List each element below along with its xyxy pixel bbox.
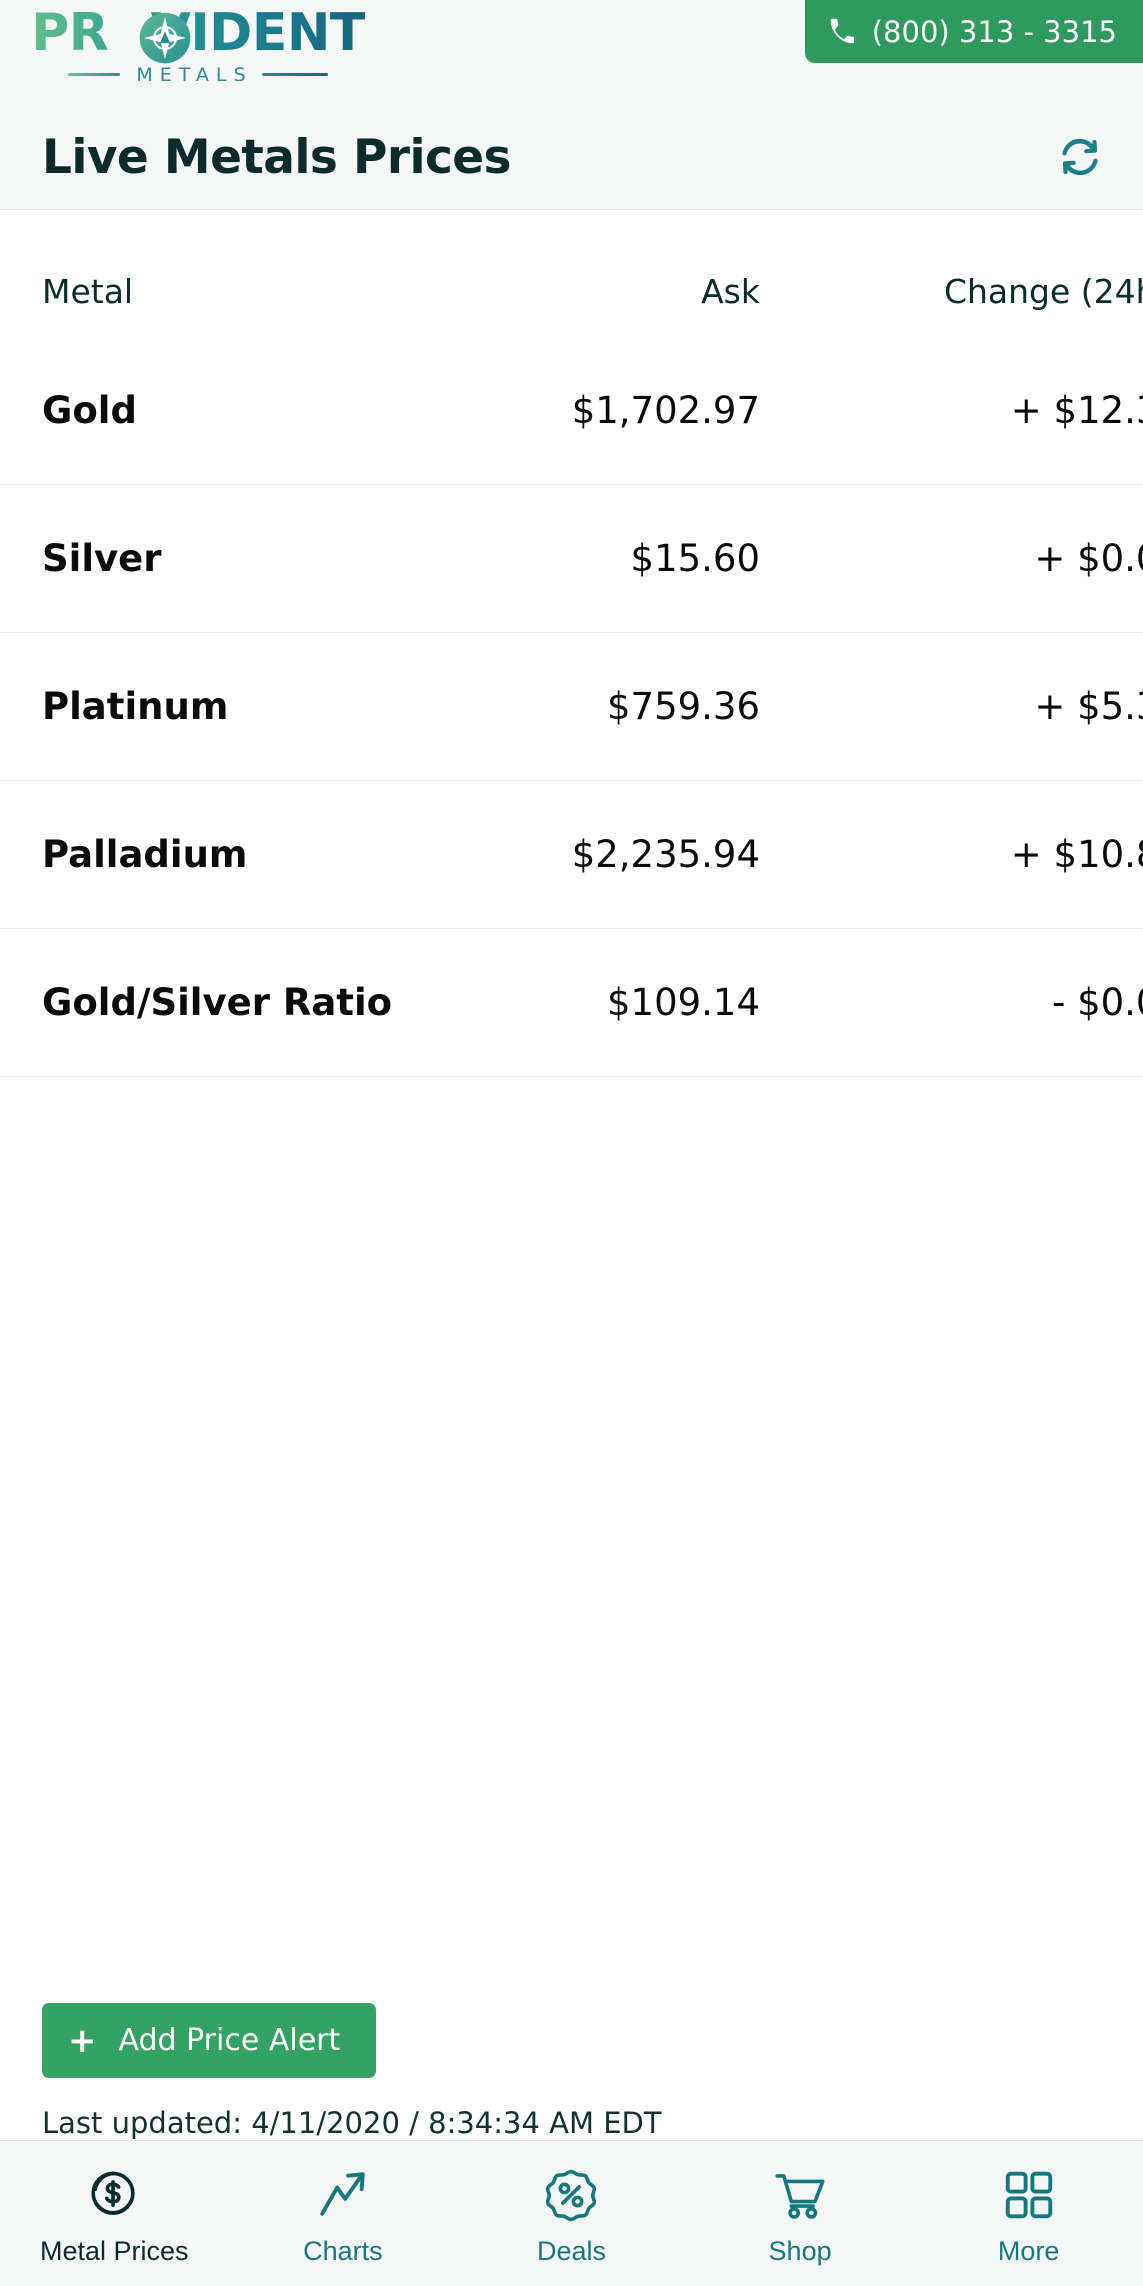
brand-wordmark: PROVIDENT [31, 7, 365, 63]
add-price-alert-label: Add Price Alert [118, 2023, 341, 2058]
nav-item-metal-prices[interactable]: Metal Prices [0, 2141, 229, 2286]
cell-ask: $2,235.94 [430, 780, 760, 929]
percent-badge-icon [542, 2164, 600, 2226]
shopping-cart-icon [771, 2164, 829, 2226]
cell-change: + $10.81 [760, 780, 1143, 929]
brand-subtitle-row: METALS [38, 64, 358, 86]
table-row[interactable]: Palladium$2,235.94+ $10.81 [0, 780, 1143, 929]
cell-ask: $15.60 [430, 484, 760, 633]
brand-rule-left [68, 73, 121, 76]
nav-label-deals: Deals [536, 2236, 606, 2266]
phone-button[interactable]: (800) 313 - 3315 [804, 0, 1143, 63]
grid-squares-icon [1000, 2164, 1058, 2226]
nav-label-charts: Charts [303, 2236, 383, 2266]
column-header-metal: Metal [42, 272, 134, 311]
last-updated-text: Last updated: 4/11/2020 / 8:34:34 AM EDT [42, 2106, 662, 2140]
add-price-alert-button[interactable]: + Add Price Alert [42, 2003, 377, 2078]
cell-metal: Gold [0, 337, 430, 485]
page-title: Live Metals Prices [42, 129, 511, 185]
coin-dollar-icon [85, 2164, 143, 2226]
phone-icon [830, 18, 854, 43]
table-body: Gold$1,702.97+ $12.37Silver$15.60+ $0.08… [0, 337, 1143, 1077]
table-row[interactable]: Gold$1,702.97+ $12.37 [0, 337, 1143, 485]
table-head: Metal Ask Change (24hr) [0, 210, 1143, 337]
cell-change: - $0.02 [760, 928, 1143, 1077]
refresh-icon [1062, 138, 1098, 176]
app-root: PROVIDENT METALS [0, 0, 1143, 2286]
table-row[interactable]: Platinum$759.36+ $5.32 [0, 632, 1143, 781]
nav-item-shop[interactable]: Shop [686, 2141, 915, 2286]
prices-table-container[interactable]: Metal Ask Change (24hr) Gold$1,702.97+ $… [0, 210, 1143, 1947]
cell-change: + $0.08 [760, 484, 1143, 633]
cell-metal: Palladium [0, 780, 430, 929]
plus-icon: + [68, 2020, 97, 2061]
cell-change: + $12.37 [760, 337, 1143, 485]
nav-item-more[interactable]: More [914, 2141, 1143, 2286]
nav-label-metal-prices: Metal Prices [40, 2236, 189, 2266]
prices-table: Metal Ask Change (24hr) Gold$1,702.97+ $… [0, 210, 1143, 1077]
brand-logo[interactable]: PROVIDENT METALS [38, 0, 358, 98]
page-header: Live Metals Prices [0, 105, 1143, 210]
cell-ask: $759.36 [430, 632, 760, 781]
column-header-change: Change (24hr) [943, 272, 1143, 311]
column-header-ask: Ask [701, 272, 760, 311]
cell-metal: Gold/Silver Ratio [0, 928, 430, 1077]
cell-ask: $109.14 [430, 928, 760, 1077]
table-row[interactable]: Silver$15.60+ $0.08 [0, 484, 1143, 633]
refresh-button[interactable] [1053, 130, 1107, 184]
phone-label: (800) 313 - 3315 [871, 14, 1117, 49]
table-row[interactable]: Gold/Silver Ratio$109.14- $0.02 [0, 928, 1143, 1077]
bottom-navigation: Metal Prices Charts Deals Shop More [0, 2140, 1143, 2286]
compass-icon [139, 12, 191, 63]
nav-item-charts[interactable]: Charts [229, 2141, 458, 2286]
cell-change: + $5.32 [760, 632, 1143, 781]
brand-subtitle: METALS [136, 63, 253, 86]
nav-label-shop: Shop [768, 2236, 832, 2266]
cell-metal: Platinum [0, 632, 430, 781]
actions-section: + Add Price Alert Last updated: 4/11/202… [0, 1947, 1143, 2140]
trending-up-arrow-icon [314, 2164, 372, 2226]
brand-name-part1: PR [31, 2, 109, 63]
brand-rule-right [261, 73, 328, 76]
table-header-row: Metal Ask Change (24hr) [0, 210, 1143, 337]
cell-metal: Silver [0, 484, 430, 633]
nav-item-deals[interactable]: Deals [457, 2141, 686, 2286]
top-bar: PROVIDENT METALS [0, 0, 1143, 105]
nav-label-more: More [997, 2236, 1060, 2266]
cell-ask: $1,702.97 [430, 337, 760, 485]
